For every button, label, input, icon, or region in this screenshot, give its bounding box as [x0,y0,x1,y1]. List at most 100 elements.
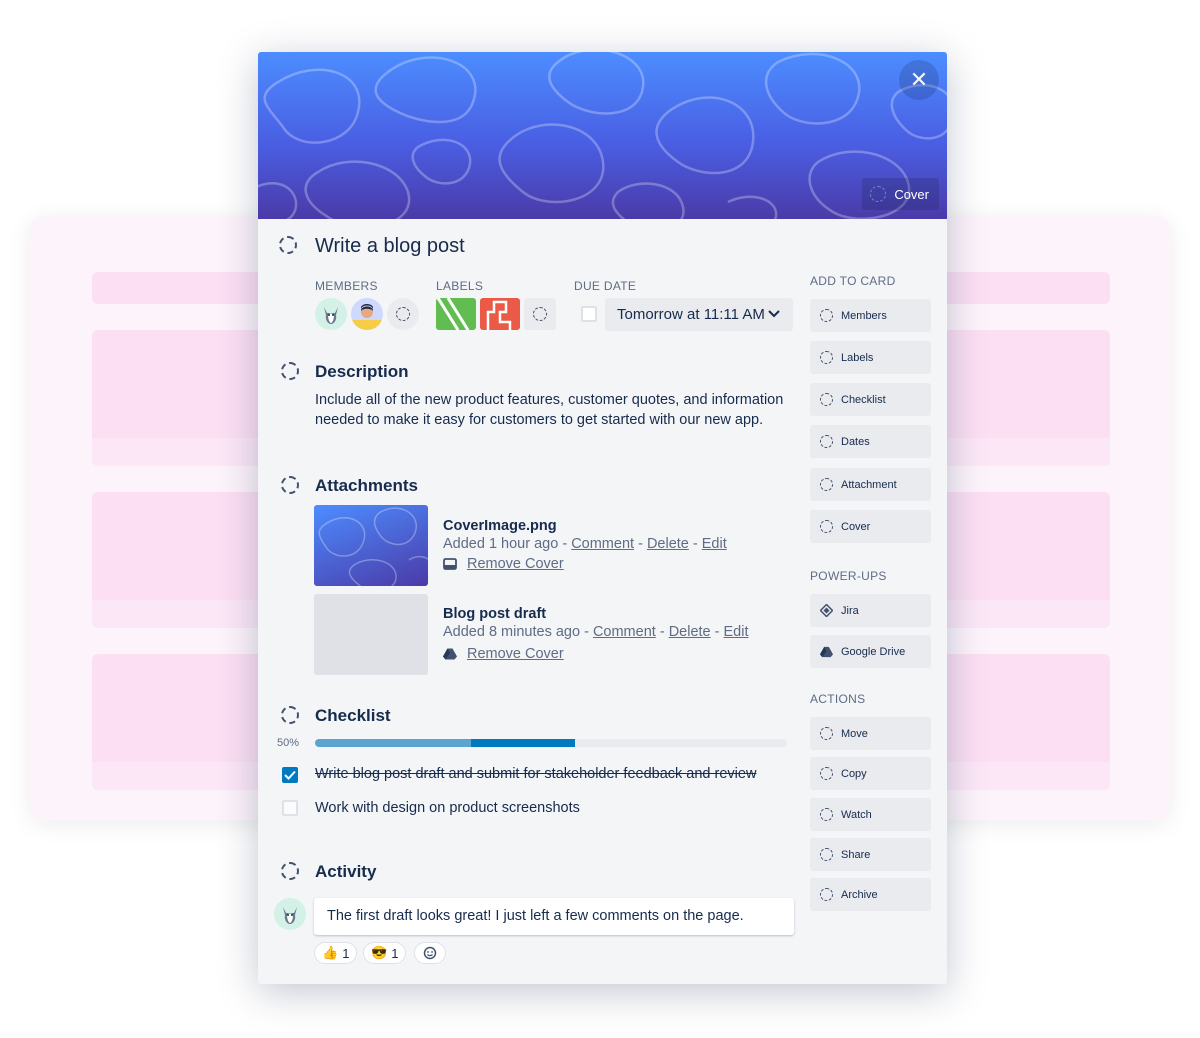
google-drive-icon [820,646,833,657]
label-pattern-icon [436,298,476,330]
share-icon [820,848,833,861]
sidebar-share-button[interactable]: Share [810,838,931,871]
sidebar-copy-button[interactable]: Copy [810,757,931,790]
card-detail-modal: ✕ Cover Write a blog post MEMBERS LABELS… [258,52,947,984]
sidebar-cover-button[interactable]: Cover [810,510,931,543]
attachment-comment-link[interactable]: Comment [571,536,634,552]
sunglasses-icon: 😎 [371,945,388,960]
husky-avatar-icon [283,907,297,924]
card-cover: ✕ Cover [258,52,947,219]
reaction-count: 1 [342,945,350,961]
checklist-item-text[interactable]: Work with design on product screenshots [315,800,580,816]
add-icon [533,307,547,321]
sidebar-button-label: Dates [841,435,870,448]
remove-cover-row: Remove Cover [443,646,564,662]
attachment-edit-link[interactable]: Edit [724,624,749,640]
power-ups-label: POWER-UPS [810,569,887,583]
add-label-button[interactable] [524,298,556,330]
members-icon [820,309,833,322]
attachment-comment-link[interactable]: Comment [593,624,656,640]
card-title-icon [279,236,297,254]
progress-fill [315,739,471,747]
member-avatar[interactable] [351,298,383,330]
copy-icon [820,767,833,780]
remove-cover-link[interactable]: Remove Cover [467,646,564,662]
description-heading: Description [315,362,409,381]
cover-icon [820,520,833,533]
sidebar-move-button[interactable]: Move [810,717,931,750]
description-icon [281,362,299,380]
sidebar-button-label: Google Drive [841,645,906,658]
sidebar-dates-button[interactable]: Dates [810,425,931,458]
attachment-name[interactable]: Blog post draft [443,606,546,622]
checklist-icon [281,706,299,724]
members-label: MEMBERS [315,279,378,293]
separator: - [655,624,669,640]
move-icon [820,727,833,740]
label-red[interactable] [480,298,520,330]
cover-button-label: Cover [894,186,929,202]
add-member-button[interactable] [387,298,419,330]
image-icon [443,558,457,570]
checklist-item-text[interactable]: Write blog post draft and submit for sta… [315,766,756,782]
sidebar-google-drive-button[interactable]: Google Drive [810,635,931,668]
attachment-added-time: Added 1 hour ago [443,536,559,552]
member-avatar[interactable] [315,298,347,330]
sidebar-button-label: Attachment [841,478,897,491]
attachment-delete-link[interactable]: Delete [647,536,689,552]
attachment-thumbnail[interactable] [314,505,428,586]
checklist-icon [820,393,833,406]
sidebar-button-label: Jira [841,604,859,617]
due-date-label: DUE DATE [574,279,637,293]
sidebar-members-button[interactable]: Members [810,299,931,332]
attachment-edit-link[interactable]: Edit [702,536,727,552]
watch-icon [820,808,833,821]
due-date-value: Tomorrow at 11:11 AM [617,306,765,323]
comment-text[interactable]: The first draft looks great! I just left… [314,898,794,935]
sidebar-attachment-button[interactable]: Attachment [810,468,931,501]
remove-cover-link[interactable]: Remove Cover [467,556,564,572]
attachment-thumbnail[interactable] [314,594,428,675]
checklist-percent: 50% [277,737,300,749]
jira-icon [820,604,833,617]
labels-label: LABELS [436,279,484,293]
sidebar-archive-button[interactable]: Archive [810,878,931,911]
comment-author-avatar[interactable] [274,898,306,930]
sidebar-watch-button[interactable]: Watch [810,798,931,831]
due-date-checkbox[interactable] [581,306,597,322]
checklist-heading: Checklist [315,706,391,725]
checklist-progress-bar [315,739,787,747]
checklist-checkbox-checked[interactable] [282,767,298,783]
card-title[interactable]: Write a blog post [315,235,465,258]
close-button[interactable]: ✕ [899,60,939,100]
description-text[interactable]: Include all of the new product features,… [315,390,795,430]
attachment-added-time: Added 8 minutes ago [443,624,581,640]
activity-icon [281,862,299,880]
reaction-cool[interactable]: 😎 1 [363,942,407,964]
attachments-icon [281,476,299,494]
thumbs-up-icon: 👍 [322,945,339,960]
separator: - [580,624,593,640]
add-reaction-button[interactable] [414,942,446,964]
cover-pattern [258,52,947,219]
reaction-count: 1 [391,945,399,961]
cover-button[interactable]: Cover [862,178,939,210]
sidebar-button-label: Share [841,848,871,861]
checklist-checkbox[interactable] [282,800,298,816]
dates-icon [820,435,833,448]
reaction-thumbs-up[interactable]: 👍 1 [314,942,358,964]
sidebar-button-label: Members [841,309,887,322]
label-green[interactable] [436,298,476,330]
sidebar-jira-button[interactable]: Jira [810,594,931,627]
add-to-card-label: ADD TO CARD [810,274,896,288]
separator: - [634,536,647,552]
due-date-button[interactable]: Tomorrow at 11:11 AM [605,298,793,331]
sidebar-checklist-button[interactable]: Checklist [810,383,931,416]
archive-icon [820,888,833,901]
attachment-delete-link[interactable]: Delete [669,624,711,640]
attachment-icon [820,478,833,491]
attachment-meta: Added 1 hour ago - Comment - Delete - Ed… [443,536,727,552]
sidebar-labels-button[interactable]: Labels [810,341,931,374]
attachment-name[interactable]: CoverImage.png [443,518,557,534]
person-avatar-icon [351,304,383,330]
